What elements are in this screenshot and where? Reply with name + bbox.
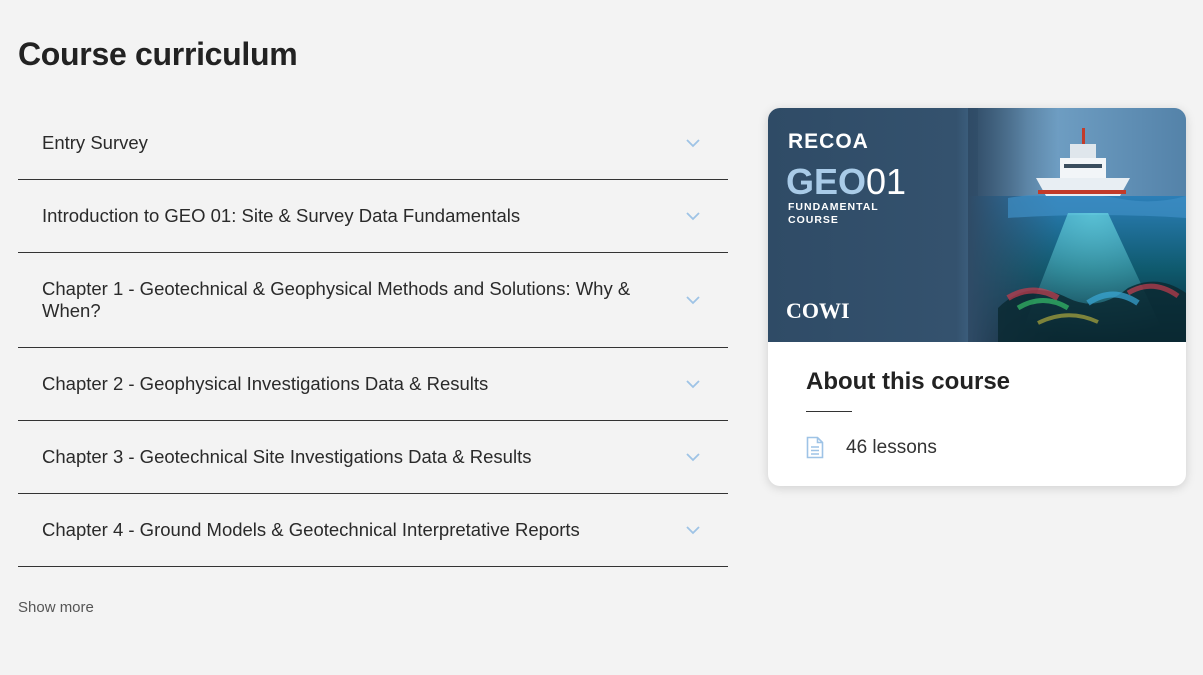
partner-logo: COWI — [786, 298, 850, 323]
course-code: GEO01 — [786, 161, 906, 202]
section-label: Entry Survey — [42, 132, 148, 153]
section-entry-survey[interactable]: Entry Survey — [18, 107, 728, 180]
course-subtitle-2: COURSE — [788, 214, 839, 226]
course-subtitle-1: FUNDAMENTAL — [788, 201, 879, 213]
document-icon — [806, 436, 824, 459]
lessons-count: 46 lessons — [806, 436, 937, 459]
about-course-title: About this course — [806, 368, 1011, 395]
chevron-down-icon[interactable] — [686, 138, 700, 148]
section-label: Introduction to GEO 01: Site & Survey Da… — [42, 205, 521, 226]
course-card: RECOA GEO01 FUNDAMENTAL COURSE COWI Abou… — [768, 108, 1186, 486]
chevron-down-icon[interactable] — [686, 379, 700, 389]
section-label: Chapter 1 - Geotechnical & Geophysical M… — [42, 278, 631, 321]
page-title: Course curriculum — [18, 36, 298, 72]
course-banner-image: RECOA GEO01 FUNDAMENTAL COURSE COWI — [768, 108, 1186, 342]
section-chapter-3[interactable]: Chapter 3 - Geotechnical Site Investigat… — [18, 421, 728, 494]
brand-logo: RECOA — [788, 130, 869, 153]
title-divider — [806, 411, 852, 412]
curriculum-list: Entry Survey Introduction to GEO 01: Sit… — [18, 107, 728, 567]
section-introduction[interactable]: Introduction to GEO 01: Site & Survey Da… — [18, 180, 728, 253]
section-label: Chapter 4 - Ground Models & Geotechnical… — [42, 519, 580, 540]
section-chapter-2[interactable]: Chapter 2 - Geophysical Investigations D… — [18, 348, 728, 421]
chevron-down-icon[interactable] — [686, 211, 700, 221]
lessons-label: 46 lessons — [846, 436, 937, 458]
chevron-down-icon[interactable] — [686, 295, 700, 305]
section-label: Chapter 3 - Geotechnical Site Investigat… — [42, 446, 532, 467]
show-more-link[interactable]: Show more — [18, 599, 94, 616]
section-label: Chapter 2 - Geophysical Investigations D… — [42, 373, 489, 394]
chevron-down-icon[interactable] — [686, 525, 700, 535]
section-chapter-1[interactable]: Chapter 1 - Geotechnical & Geophysical M… — [18, 253, 728, 348]
chevron-down-icon[interactable] — [686, 452, 700, 462]
section-chapter-4[interactable]: Chapter 4 - Ground Models & Geotechnical… — [18, 494, 728, 567]
